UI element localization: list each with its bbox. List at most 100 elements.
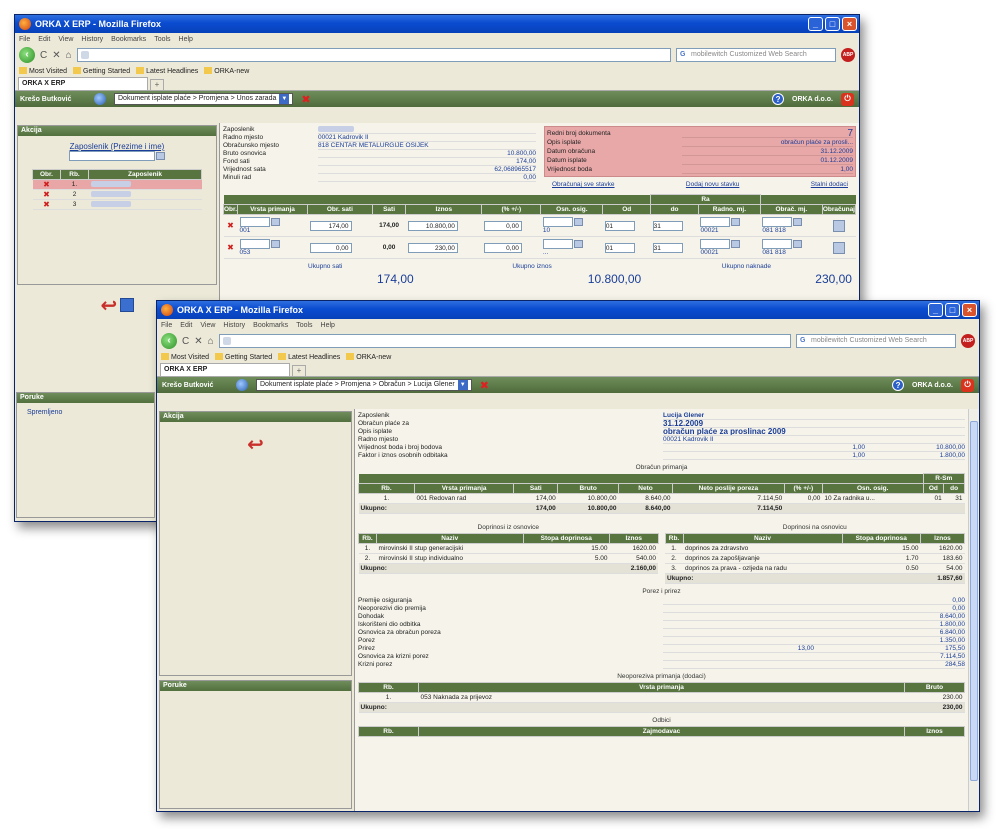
menu-help[interactable]: Help bbox=[321, 322, 335, 329]
search-input[interactable]: mobilewitch Customized Web Search bbox=[796, 334, 956, 348]
bookmark-latest-headlines[interactable]: Latest Headlines bbox=[136, 67, 198, 75]
help-icon[interactable]: ? bbox=[892, 379, 905, 391]
url-input[interactable] bbox=[76, 48, 671, 62]
bookmark-getting-started[interactable]: Getting Started bbox=[215, 353, 272, 361]
back-icon[interactable]: ‹ bbox=[161, 333, 177, 349]
close-button[interactable]: × bbox=[842, 17, 857, 31]
stop-icon[interactable]: ✕ bbox=[52, 50, 60, 61]
maximize-button[interactable]: □ bbox=[945, 303, 960, 317]
scrollbar-thumb[interactable] bbox=[970, 421, 978, 781]
delete-icon[interactable]: ✖ bbox=[227, 221, 234, 230]
back-arrow-icon[interactable]: ↩ bbox=[247, 434, 264, 456]
od-input[interactable]: 01 bbox=[604, 242, 635, 253]
menu-bookmarks[interactable]: Bookmarks bbox=[111, 36, 146, 43]
close-button[interactable]: × bbox=[962, 303, 977, 317]
breadcrumb[interactable]: Dokument isplate plaće > Promjena > Unos… bbox=[114, 93, 294, 105]
menu-bookmarks[interactable]: Bookmarks bbox=[253, 322, 288, 329]
obrac-mj-input[interactable] bbox=[762, 239, 793, 249]
bookmark-orka-new[interactable]: ORKA-new bbox=[204, 67, 249, 75]
lookup-icon[interactable] bbox=[573, 240, 583, 248]
search-input[interactable]: mobilewitch Customized Web Search bbox=[676, 48, 836, 62]
menu-file[interactable]: File bbox=[19, 36, 30, 43]
osn-input[interactable] bbox=[542, 217, 573, 227]
app-home-icon[interactable] bbox=[236, 379, 248, 391]
menu-edit[interactable]: Edit bbox=[180, 322, 192, 329]
menu-help[interactable]: Help bbox=[179, 36, 193, 43]
table-row[interactable]: ✖ 2 bbox=[32, 189, 202, 200]
lookup-icon[interactable] bbox=[270, 240, 280, 248]
menu-history[interactable]: History bbox=[223, 322, 245, 329]
delete-icon[interactable]: ✖ bbox=[227, 243, 234, 252]
back-arrow-icon[interactable]: ↩ bbox=[101, 295, 118, 317]
stop-icon[interactable]: ✕ bbox=[194, 336, 202, 347]
menu-view[interactable]: View bbox=[58, 36, 73, 43]
power-icon[interactable]: ⏻ bbox=[841, 92, 854, 106]
lookup-icon[interactable] bbox=[156, 152, 165, 160]
od-input[interactable]: 01 bbox=[604, 220, 635, 231]
radno-mj-input[interactable] bbox=[700, 217, 731, 227]
menu-history[interactable]: History bbox=[81, 36, 103, 43]
osn-input[interactable] bbox=[542, 239, 573, 249]
delete-icon[interactable]: ✖ bbox=[43, 200, 50, 209]
calculate-icon[interactable] bbox=[833, 241, 846, 254]
do-input[interactable]: 31 bbox=[652, 242, 683, 253]
adblock-icon[interactable]: ABP bbox=[961, 334, 975, 348]
obrac-mj-input[interactable] bbox=[762, 217, 793, 227]
pct-input[interactable]: 0,00 bbox=[483, 242, 522, 253]
bookmark-latest-headlines[interactable]: Latest Headlines bbox=[278, 353, 340, 361]
vrsta-input[interactable] bbox=[239, 217, 270, 227]
delete-icon[interactable]: ✖ bbox=[43, 190, 50, 199]
bookmark-most-visited[interactable]: Most Visited bbox=[161, 353, 209, 361]
delete-icon[interactable]: ✖ bbox=[43, 180, 50, 189]
stalni-dodaci-link[interactable]: Stalni dodaci bbox=[811, 181, 848, 188]
menu-tools[interactable]: Tools bbox=[296, 322, 312, 329]
minimize-button[interactable]: _ bbox=[808, 17, 823, 31]
obracunaj-sve-link[interactable]: Obračunaj sve stavke bbox=[552, 181, 615, 188]
iznos-input[interactable]: 230,00 bbox=[407, 242, 458, 253]
power-icon[interactable]: ⏻ bbox=[961, 378, 974, 392]
save-icon[interactable] bbox=[119, 298, 134, 312]
do-input[interactable]: 31 bbox=[652, 220, 683, 231]
reload-icon[interactable]: C bbox=[40, 50, 47, 61]
pct-input[interactable]: 0,00 bbox=[483, 220, 522, 231]
obr-sati-input[interactable]: 174,00 bbox=[309, 220, 352, 231]
radno-mj-input[interactable] bbox=[700, 239, 731, 249]
bookmark-getting-started[interactable]: Getting Started bbox=[73, 67, 130, 75]
table-row[interactable]: ✖ 1. bbox=[32, 179, 202, 190]
chevron-down-icon[interactable]: ▼ bbox=[457, 380, 468, 390]
cancel-icon[interactable]: ✖ bbox=[480, 379, 489, 392]
reload-icon[interactable]: C bbox=[182, 336, 189, 347]
maximize-button[interactable]: □ bbox=[825, 17, 840, 31]
table-row[interactable]: ✖ 3 bbox=[32, 199, 202, 210]
menu-tools[interactable]: Tools bbox=[154, 36, 170, 43]
cancel-icon[interactable]: ✖ bbox=[301, 93, 310, 106]
lookup-icon[interactable] bbox=[731, 240, 741, 248]
iznos-input[interactable]: 10.800,00 bbox=[407, 220, 458, 231]
bookmark-most-visited[interactable]: Most Visited bbox=[19, 67, 67, 75]
menu-edit[interactable]: Edit bbox=[38, 36, 50, 43]
menu-view[interactable]: View bbox=[200, 322, 215, 329]
zaposlenik-link[interactable]: Zaposlenik (Prezime i ime) bbox=[18, 142, 216, 151]
lookup-icon[interactable] bbox=[270, 218, 280, 226]
home-icon[interactable]: ⌂ bbox=[66, 50, 72, 61]
new-tab-button[interactable]: + bbox=[150, 79, 164, 90]
url-input[interactable] bbox=[218, 334, 791, 348]
lookup-icon[interactable] bbox=[573, 218, 583, 226]
menu-file[interactable]: File bbox=[161, 322, 172, 329]
zaposlenik-input[interactable] bbox=[69, 151, 155, 161]
lookup-icon[interactable] bbox=[793, 240, 803, 248]
vrsta-input[interactable] bbox=[239, 239, 270, 249]
obr-sati-input[interactable]: 0,00 bbox=[309, 242, 352, 253]
bookmark-orka-new[interactable]: ORKA-new bbox=[346, 353, 391, 361]
new-tab-button[interactable]: + bbox=[292, 365, 306, 376]
home-icon[interactable]: ⌂ bbox=[208, 336, 214, 347]
breadcrumb[interactable]: Dokument isplate plaće > Promjena > Obra… bbox=[256, 379, 472, 391]
lookup-icon[interactable] bbox=[731, 218, 741, 226]
app-home-icon[interactable] bbox=[94, 93, 106, 105]
back-icon[interactable]: ‹ bbox=[19, 47, 35, 63]
tab-orka[interactable]: ORKA X ERP bbox=[18, 77, 148, 90]
lookup-icon[interactable] bbox=[793, 218, 803, 226]
minimize-button[interactable]: _ bbox=[928, 303, 943, 317]
chevron-down-icon[interactable]: ▼ bbox=[279, 94, 290, 104]
adblock-icon[interactable]: ABP bbox=[841, 48, 855, 62]
